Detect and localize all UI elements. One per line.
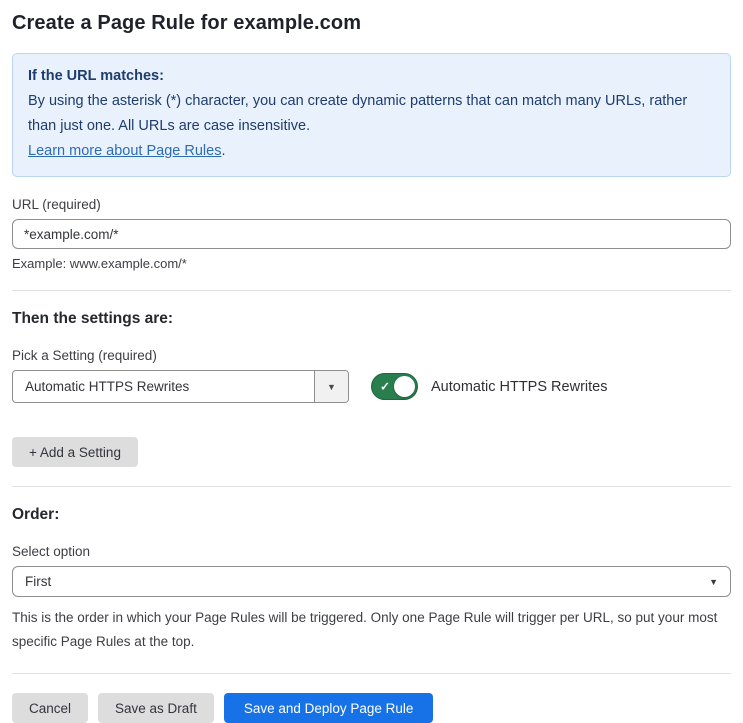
footer-actions: Cancel Save as Draft Save and Deploy Pag… bbox=[12, 693, 731, 723]
order-select-label: Select option bbox=[12, 544, 91, 559]
setting-select-value: Automatic HTTPS Rewrites bbox=[25, 379, 190, 394]
link-suffix: . bbox=[221, 143, 226, 159]
setting-toggle-label: Automatic HTTPS Rewrites bbox=[431, 378, 608, 395]
create-page-rule-form: Create a Page Rule for example.com If th… bbox=[0, 0, 743, 723]
save-and-deploy-button[interactable]: Save and Deploy Page Rule bbox=[223, 693, 434, 723]
learn-more-link[interactable]: Learn more about Page Rules bbox=[28, 143, 221, 159]
setting-toggle[interactable]: ✓ bbox=[371, 373, 418, 400]
url-input[interactable] bbox=[12, 219, 731, 249]
order-section-heading: Order: bbox=[12, 506, 60, 523]
url-match-info-box: If the URL matches: By using the asteris… bbox=[12, 53, 731, 177]
setting-select[interactable]: Automatic HTTPS Rewrites ▼ bbox=[12, 370, 349, 403]
pick-setting-label: Pick a Setting (required) bbox=[12, 348, 157, 363]
cancel-button[interactable]: Cancel bbox=[12, 693, 89, 723]
settings-section-heading: Then the settings are: bbox=[12, 310, 174, 327]
order-select-value: First bbox=[25, 574, 52, 589]
caret-down-icon: ▼ bbox=[709, 576, 718, 587]
divider bbox=[12, 290, 731, 291]
caret-down-icon: ▼ bbox=[327, 381, 336, 392]
save-as-draft-button[interactable]: Save as Draft bbox=[98, 693, 214, 723]
url-field-label: URL (required) bbox=[12, 197, 101, 212]
setting-select-caret-button[interactable]: ▼ bbox=[314, 371, 348, 402]
toggle-knob bbox=[394, 376, 415, 397]
add-setting-button[interactable]: + Add a Setting bbox=[12, 437, 138, 467]
setting-row: Automatic HTTPS Rewrites ▼ ✓ Automatic H… bbox=[12, 370, 731, 403]
info-box-link-line: Learn more about Page Rules. bbox=[28, 139, 715, 164]
info-box-heading: If the URL matches: bbox=[28, 68, 164, 84]
page-title: Create a Page Rule for example.com bbox=[12, 12, 362, 34]
check-icon: ✓ bbox=[380, 379, 391, 394]
divider bbox=[12, 486, 731, 487]
info-box-body: By using the asterisk (*) character, you… bbox=[28, 93, 688, 134]
order-help-text: This is the order in which your Page Rul… bbox=[12, 610, 718, 649]
order-select[interactable]: First ▼ bbox=[12, 566, 731, 597]
divider bbox=[12, 673, 731, 674]
url-field-example: Example: www.example.com/* bbox=[12, 256, 187, 271]
